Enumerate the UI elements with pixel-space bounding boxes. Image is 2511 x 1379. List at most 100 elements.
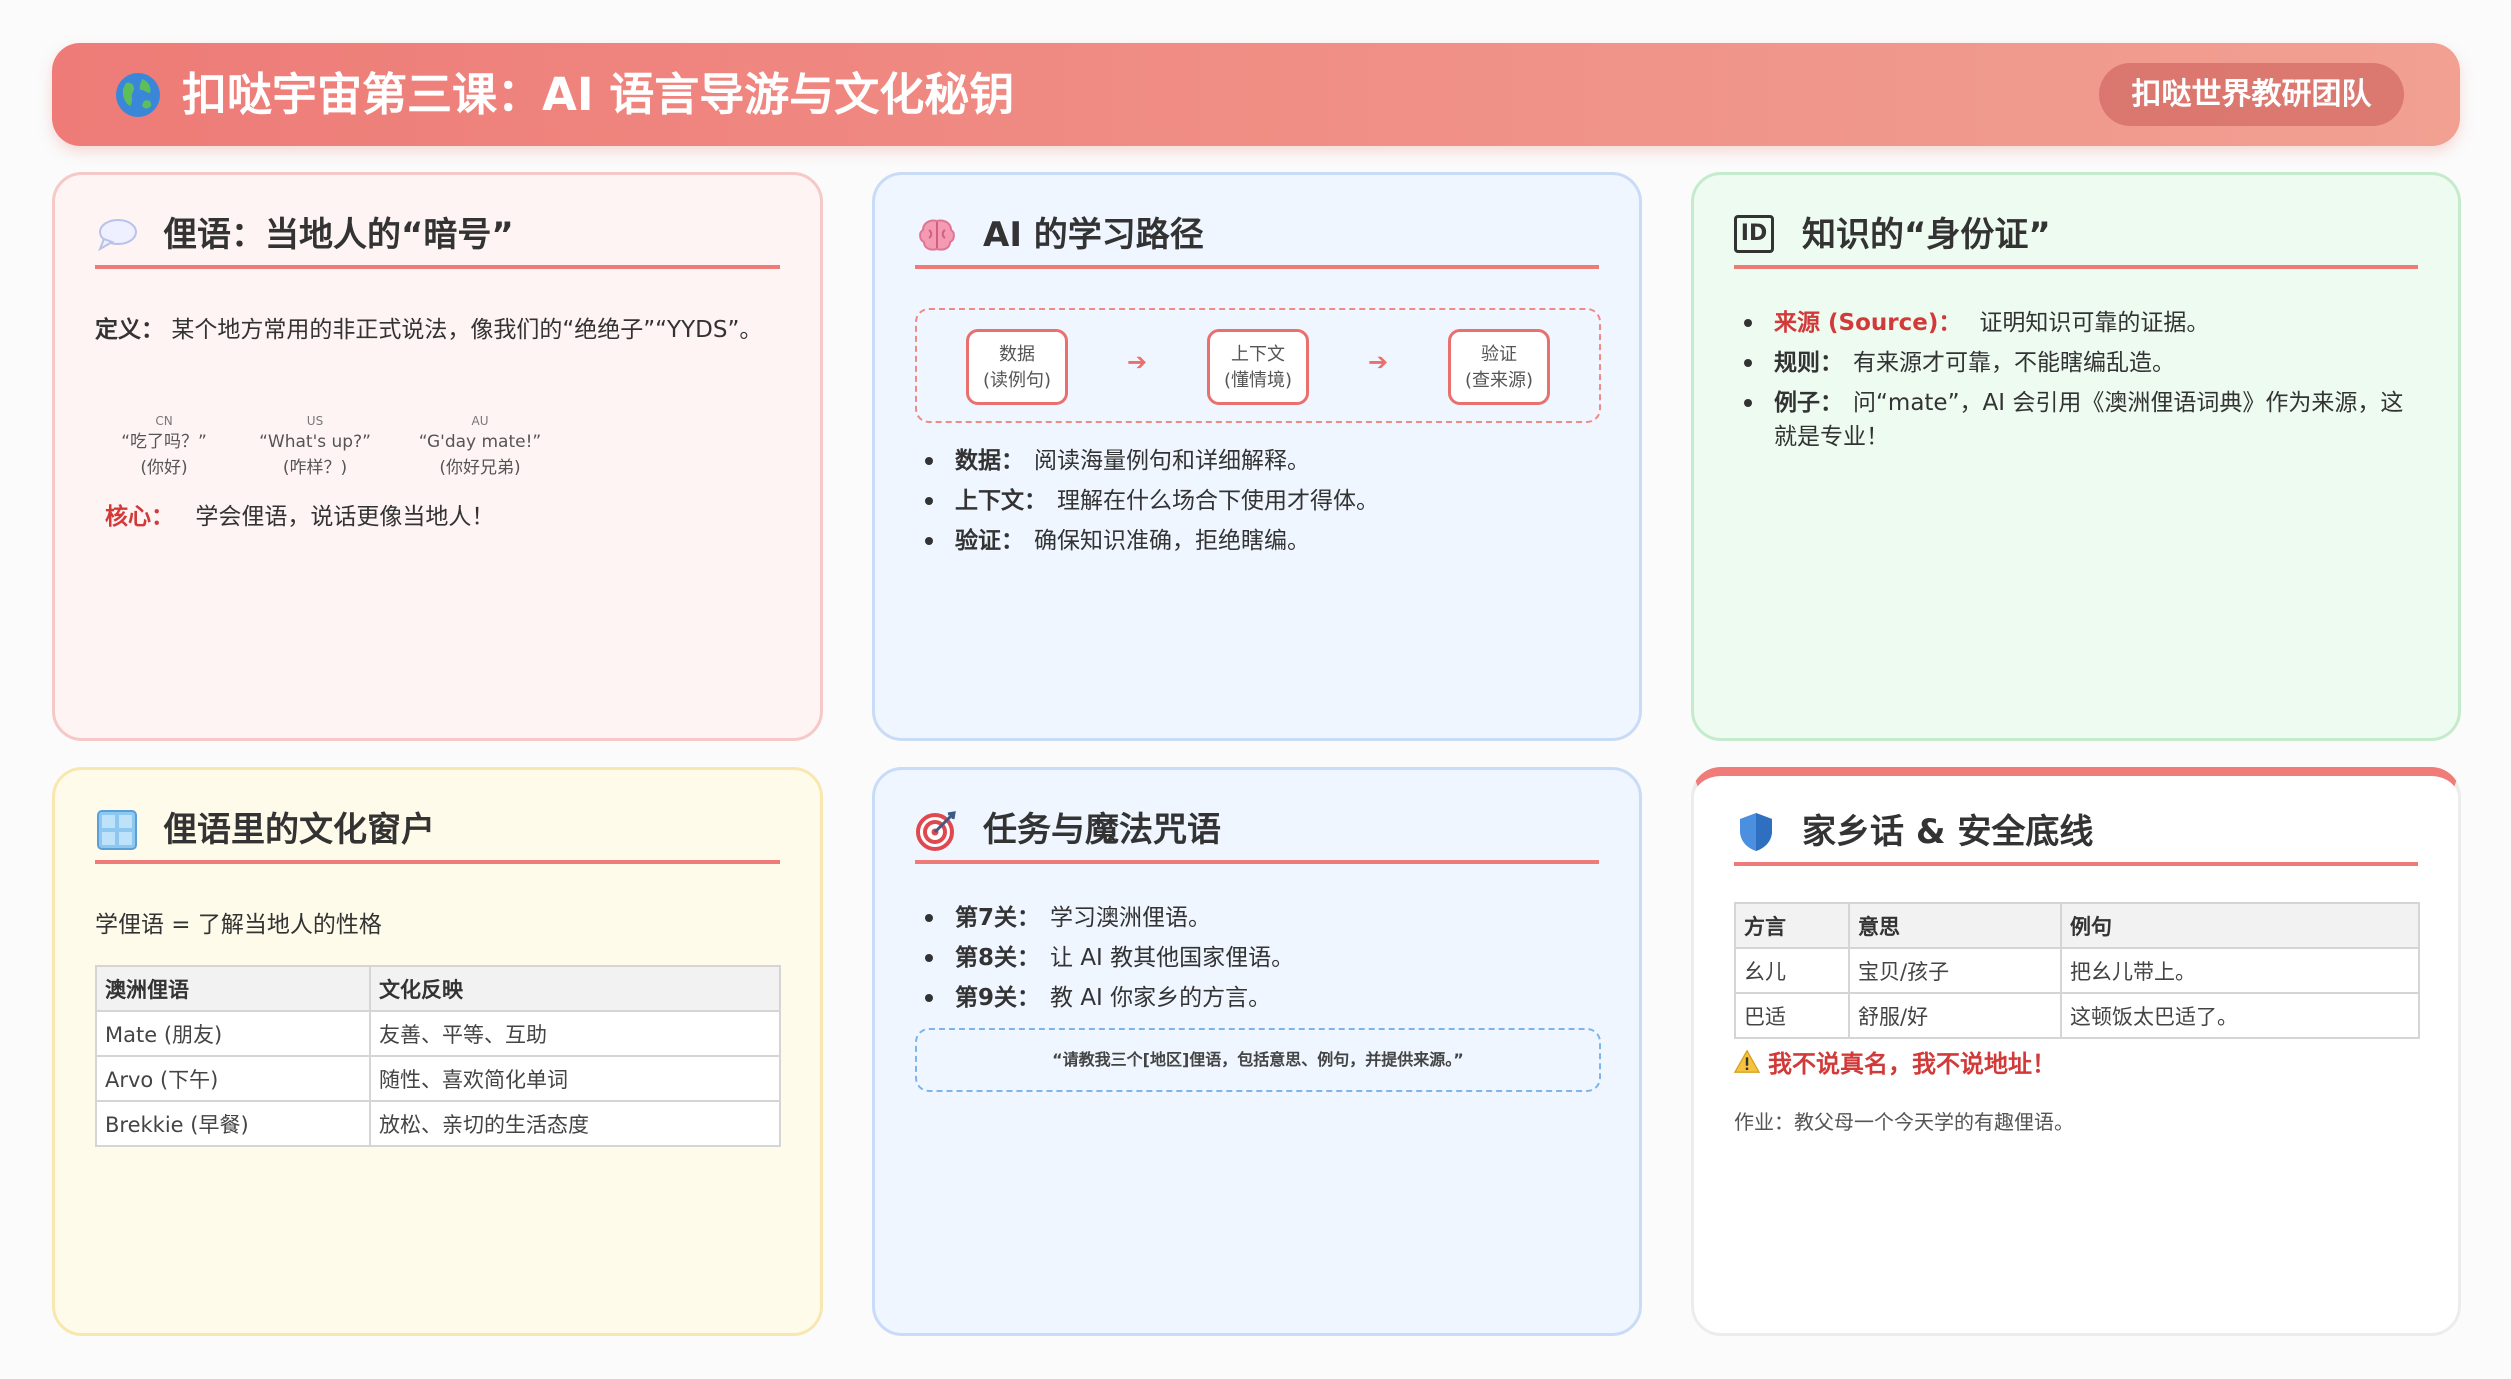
table-cell: Brekkie (早餐) — [95, 1100, 371, 1147]
page-header: 扣哒宇宙第三课：AI 语言导游与文化秘钥 扣哒世界教研团队 — [52, 43, 2460, 146]
knowledge-id-card: ID 知识的“身份证” 来源 (Source)： 证明知识可靠的证据。 规则： 有来… — [1691, 172, 2461, 741]
greeting-code: CN — [155, 414, 173, 428]
brain-icon — [919, 219, 955, 251]
culture-table: 澳洲俚语 文化反映 Mate (朋友) 友善、平等、互助 Arvo (下午) 随… — [95, 965, 781, 1147]
table-cell: Mate (朋友) — [95, 1010, 371, 1057]
target-icon — [916, 811, 956, 851]
table-header: 方言 — [1734, 902, 1850, 949]
table-header: 澳洲俚语 — [95, 965, 371, 1012]
table-cell: 舒服/好 — [1848, 992, 2062, 1039]
definition-label: 定义： — [95, 317, 164, 343]
speech-bubble-icon — [97, 219, 137, 252]
core-label: 核心： — [105, 504, 174, 530]
list-item: 第8关：让 AI 教其他国家俚语。 — [915, 938, 1294, 978]
greeting-code: US — [306, 414, 324, 428]
table-header: 文化反映 — [369, 965, 781, 1012]
table-row: 幺儿 宝贝/孩子 把幺儿带上。 — [1734, 947, 2420, 994]
warning-icon — [1733, 1049, 1761, 1073]
flow-step-context: 上下文 (懂情境) — [1207, 329, 1309, 405]
flow-step-title: 验证 — [1481, 344, 1517, 365]
card-title: 家乡话 & 安全底线 — [1802, 812, 2094, 852]
warning-text: 我不说真名，我不说地址！ — [1768, 1050, 2056, 1078]
culture-intro: 学俚语 = 了解当地人的性格 — [95, 912, 382, 938]
table-cell: 把幺儿带上。 — [2060, 947, 2420, 994]
shield-icon — [1740, 813, 1772, 851]
table-row: Brekkie (早餐) 放松、亲切的生活态度 — [95, 1100, 781, 1147]
table-header: 意思 — [1848, 902, 2062, 949]
page-title: 扣哒宇宙第三课：AI 语言导游与文化秘钥 — [182, 68, 1015, 121]
flow-step-sub: (查来源) — [1464, 370, 1534, 391]
core-text: 学会俚语，说话更像当地人！ — [195, 504, 495, 530]
table-cell: Arvo (下午) — [95, 1055, 371, 1102]
list-item: 数据： 阅读海量例句和详细解释。 — [915, 441, 1379, 481]
dialect-table: 方言 意思 例句 幺儿 宝贝/孩子 把幺儿带上。 巴适 舒服/好 这顿饭太巴适了… — [1734, 902, 2420, 1039]
table-cell: 幺儿 — [1734, 947, 1850, 994]
task-list: 第7关： 学习澳洲俚语。 第8关：让 AI 教其他国家俚语。 第9关：教 AI 你… — [915, 898, 1294, 1018]
definition: 定义： 某个地方常用的非正式说法，像我们的“绝绝子”“YYDS”。 — [95, 313, 785, 347]
greeting-phrase: “What's up?” — [259, 432, 371, 452]
team-badge: 扣哒世界教研团队 — [2099, 63, 2404, 126]
greeting-au: AU “G'day mate!” (你好兄弟) — [385, 413, 575, 481]
list-item: 第7关： 学习澳洲俚语。 — [915, 898, 1294, 938]
knowledge-id-list: 来源 (Source)： 证明知识可靠的证据。 规则： 有来源才可靠，不能瞎编乱造。… — [1734, 303, 2424, 454]
card-header: 俚语：当地人的“暗号” — [95, 197, 780, 269]
list-item: 来源 (Source)： 证明知识可靠的证据。 — [1734, 303, 2424, 343]
table-row: Mate (朋友) 友善、平等、互助 — [95, 1010, 781, 1057]
flow-step-title: 数据 — [999, 344, 1035, 365]
globe-icon — [116, 73, 160, 117]
card-title: 任务与魔法咒语 — [983, 810, 1221, 850]
arrow-right-icon: ➔ — [1127, 348, 1148, 376]
card-header: AI 的学习路径 — [915, 197, 1599, 269]
slang-card: 俚语：当地人的“暗号” 定义： 某个地方常用的非正式说法，像我们的“绝绝子”“Y… — [52, 172, 823, 741]
arrow-right-icon: ➔ — [1368, 348, 1389, 376]
card-title: 俚语：当地人的“暗号” — [163, 215, 514, 255]
card-title: AI 的学习路径 — [983, 215, 1204, 255]
culture-window-card: 俚语里的文化窗户 学俚语 = 了解当地人的性格 澳洲俚语 文化反映 Mate (… — [52, 767, 823, 1336]
list-item: 上下文： 理解在什么场合下使用才得体。 — [915, 481, 1379, 521]
table-cell: 宝贝/孩子 — [1848, 947, 2062, 994]
greeting-meaning: (你好兄弟) — [439, 458, 521, 478]
card-title: 知识的“身份证” — [1802, 215, 2051, 255]
list-item: 第9关：教 AI 你家乡的方言。 — [915, 978, 1294, 1018]
core-point: 核心： 学会俚语，说话更像当地人！ — [105, 497, 494, 531]
table-cell: 放松、亲切的生活态度 — [369, 1100, 781, 1147]
table-header-row: 方言 意思 例句 — [1734, 902, 2420, 949]
dialect-safety-card: 家乡话 & 安全底线 方言 意思 例句 幺儿 宝贝/孩子 把幺儿带上。 巴适 舒… — [1691, 767, 2461, 1336]
table-header: 例句 — [2060, 902, 2420, 949]
card-title: 俚语里的文化窗户 — [163, 810, 435, 850]
greeting-phrase: “G'day mate!” — [418, 432, 542, 452]
flow-step-verify: 验证 (查来源) — [1448, 329, 1550, 405]
learning-flow: 数据 (读例句) ➔ 上下文 (懂情境) ➔ 验证 (查来源) — [915, 308, 1601, 423]
window-icon — [97, 810, 137, 850]
list-item: 规则： 有来源才可靠，不能瞎编乱造。 — [1734, 343, 2424, 383]
id-badge-icon: ID — [1734, 215, 1774, 253]
list-item: 验证： 确保知识准确，拒绝瞎编。 — [915, 521, 1379, 561]
ai-path-list: 数据： 阅读海量例句和详细解释。 上下文： 理解在什么场合下使用才得体。 验证： 确保… — [915, 441, 1379, 561]
greeting-meaning: (咋样？) — [282, 458, 348, 478]
ai-path-card: AI 的学习路径 数据 (读例句) ➔ 上下文 (懂情境) ➔ 验证 (查来源)… — [872, 172, 1642, 741]
list-item: 例子： 问“mate”，AI 会引用《澳洲俚语词典》作为来源，这就是专业！ — [1734, 383, 2424, 454]
card-header: 俚语里的文化窗户 — [95, 792, 780, 864]
safety-warning: 我不说真名，我不说地址！ — [1733, 1044, 2056, 1079]
greeting-cn: CN “吃了吗？” (你好) — [97, 413, 231, 481]
table-cell: 友善、平等、互助 — [369, 1010, 781, 1057]
flow-step-title: 上下文 — [1231, 344, 1285, 365]
flow-step-sub: (懂情境) — [1223, 370, 1293, 391]
table-cell: 随性、喜欢简化单词 — [369, 1055, 781, 1102]
magic-prompt: “请教我三个[地区]俚语，包括意思、例句，并提供来源。” — [915, 1028, 1601, 1092]
task-card: 任务与魔法咒语 第7关： 学习澳洲俚语。 第8关：让 AI 教其他国家俚语。 第9… — [872, 767, 1642, 1336]
greeting-us: US “What's up?” (咋样？) — [225, 413, 405, 481]
greeting-phrase: “吃了吗？” — [121, 432, 207, 452]
greeting-code: AU — [471, 414, 489, 428]
greeting-meaning: (你好) — [140, 458, 188, 478]
table-cell: 巴适 — [1734, 992, 1850, 1039]
table-header-row: 澳洲俚语 文化反映 — [95, 965, 781, 1012]
flow-step-sub: (读例句) — [982, 370, 1052, 391]
table-row: 巴适 舒服/好 这顿饭太巴适了。 — [1734, 992, 2420, 1039]
homework-note: 作业：教父母一个今天学的有趣俚语。 — [1734, 1110, 2074, 1134]
card-header: 家乡话 & 安全底线 — [1734, 794, 2418, 866]
flow-step-data: 数据 (读例句) — [966, 329, 1068, 405]
table-cell: 这顿饭太巴适了。 — [2060, 992, 2420, 1039]
definition-text: 某个地方常用的非正式说法，像我们的“绝绝子”“YYDS”。 — [171, 317, 763, 343]
table-row: Arvo (下午) 随性、喜欢简化单词 — [95, 1055, 781, 1102]
